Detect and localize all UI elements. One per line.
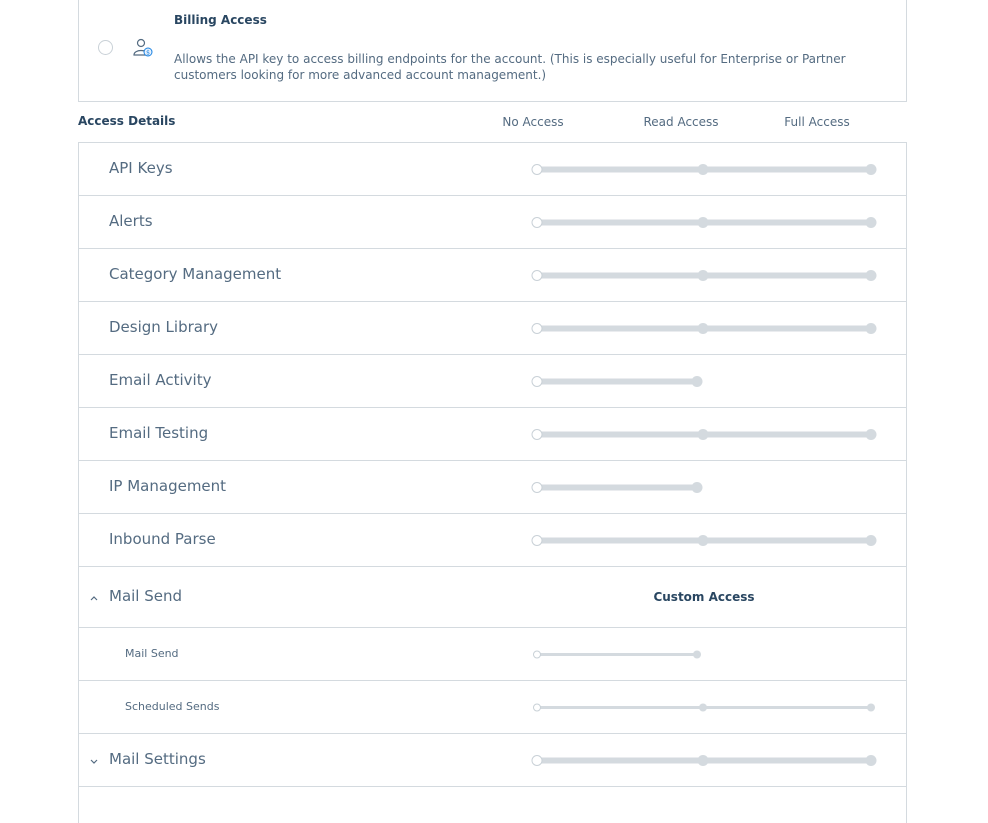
slider-stop-read-access	[691, 376, 703, 387]
access-table: API Keys Alerts Category Management Design …	[78, 142, 907, 823]
billing-access-title: Billing Access	[174, 13, 267, 27]
slider-stop-read-access	[697, 535, 709, 546]
row-mail-settings[interactable]: Mail Settings	[79, 734, 906, 787]
slider-stop-full-access	[865, 164, 877, 175]
slider-stop-no-access	[531, 164, 543, 175]
row-label[interactable]: Mail Send	[109, 587, 182, 605]
slider-stop-no-access	[531, 270, 543, 281]
billing-access-radio[interactable]	[98, 40, 113, 55]
row-alerts: Alerts	[79, 196, 906, 249]
column-no-access: No Access	[502, 115, 564, 129]
row-category-management: Category Management	[79, 249, 906, 302]
slider-stop-read-access	[697, 270, 709, 281]
row-inbound-parse: Inbound Parse	[79, 514, 906, 567]
row-mail-send[interactable]: Mail Send Custom Access	[79, 567, 906, 628]
slider-stop-no-access	[533, 650, 541, 659]
slider-stop-full-access	[865, 270, 877, 281]
billing-access-option[interactable]: $ Billing Access Allows the API key to a…	[78, 0, 907, 102]
slider-stop-read-access	[691, 482, 703, 493]
access-details-header: Access Details No Access Read Access Ful…	[78, 114, 907, 134]
access-slider[interactable]	[79, 355, 906, 407]
access-slider[interactable]	[79, 408, 906, 460]
access-details-title: Access Details	[78, 114, 176, 128]
slider-stop-no-access	[531, 217, 543, 228]
slider-stop-full-access	[865, 535, 877, 546]
slider-stop-no-access	[531, 755, 543, 766]
slider-stop-full-access	[867, 703, 875, 712]
slider-stop-read-access	[697, 323, 709, 334]
slider-stop-no-access	[531, 429, 543, 440]
access-slider[interactable]	[79, 681, 906, 733]
slider-stop-full-access	[865, 217, 877, 228]
access-slider[interactable]	[79, 249, 906, 301]
slider-stop-no-access	[533, 703, 541, 712]
slider-stop-no-access	[531, 482, 543, 493]
access-slider[interactable]	[79, 302, 906, 354]
row-ip-management: IP Management	[79, 461, 906, 514]
slider-stop-read-access	[693, 650, 701, 659]
column-read-access: Read Access	[643, 115, 719, 129]
svg-text:$: $	[146, 50, 150, 57]
billing-user-icon: $	[133, 38, 153, 57]
custom-access-label: Custom Access	[653, 589, 755, 604]
slider-stop-full-access	[865, 323, 877, 334]
billing-access-description: Allows the API key to access billing end…	[174, 52, 846, 82]
sub-row-scheduled-sends: Scheduled Sends	[79, 681, 906, 734]
row-email-testing: Email Testing	[79, 408, 906, 461]
row-design-library: Design Library	[79, 302, 906, 355]
slider-stop-full-access	[865, 429, 877, 440]
chevron-up-icon[interactable]	[89, 593, 99, 603]
access-slider[interactable]	[79, 514, 906, 566]
access-slider[interactable]	[79, 734, 906, 786]
slider-stop-no-access	[531, 323, 543, 334]
sub-row-mail-send: Mail Send	[79, 628, 906, 681]
slider-stop-no-access	[531, 376, 543, 387]
slider-stop-read-access	[697, 217, 709, 228]
slider-stop-full-access	[865, 755, 877, 766]
column-full-access: Full Access	[784, 115, 850, 129]
slider-stop-read-access	[697, 164, 709, 175]
access-slider[interactable]	[79, 143, 906, 195]
row-api-keys: API Keys	[79, 143, 906, 196]
slider-stop-no-access	[531, 535, 543, 546]
access-slider[interactable]	[79, 628, 906, 680]
slider-stop-read-access	[697, 755, 709, 766]
slider-stop-read-access	[699, 703, 707, 712]
access-slider[interactable]	[79, 196, 906, 248]
access-slider[interactable]	[79, 461, 906, 513]
row-email-activity: Email Activity	[79, 355, 906, 408]
slider-stop-read-access	[697, 429, 709, 440]
